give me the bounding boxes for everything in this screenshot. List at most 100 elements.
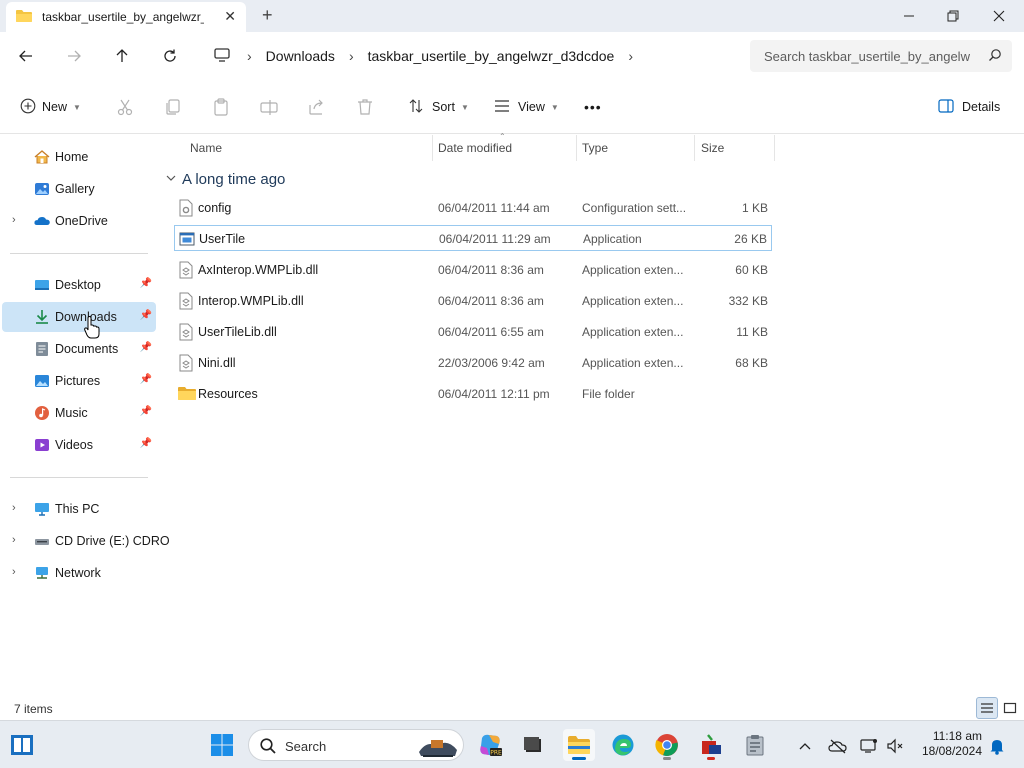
column-header-size[interactable]: Size bbox=[695, 135, 775, 161]
pin-icon[interactable]: 📌 bbox=[140, 438, 152, 449]
edge-browser-icon[interactable] bbox=[607, 729, 639, 761]
close-tab-icon[interactable]: ✕ bbox=[224, 8, 236, 25]
windows-start-icon[interactable] bbox=[206, 729, 238, 761]
minimize-button[interactable] bbox=[886, 0, 932, 32]
chevron-down-icon[interactable] bbox=[166, 173, 176, 185]
pin-icon[interactable]: 📌 bbox=[140, 310, 152, 321]
copilot-preview-icon[interactable]: PRE bbox=[474, 729, 506, 761]
group-header[interactable]: A long time ago bbox=[166, 168, 285, 190]
system-clock[interactable]: 11:18 am 18/08/2024 bbox=[912, 729, 982, 759]
sidebar-item-label: Music bbox=[55, 406, 88, 420]
more-options-button[interactable]: ••• bbox=[584, 95, 602, 119]
file-type: Application exten... bbox=[582, 325, 684, 339]
breadcrumb[interactable]: › Downloads › taskbar_usertile_by_angelw… bbox=[205, 40, 737, 72]
details-button[interactable]: Details bbox=[938, 95, 1000, 119]
sidebar-item-home[interactable]: Home bbox=[2, 142, 156, 172]
file-date-modified: 06/04/2011 11:44 am bbox=[438, 201, 550, 215]
breadcrumb-downloads[interactable]: Downloads bbox=[266, 48, 335, 64]
clipboard-app-icon[interactable] bbox=[739, 729, 771, 761]
sidebar-item-videos[interactable]: Videos 📌 bbox=[2, 430, 156, 460]
sidebar-item-documents[interactable]: Documents 📌 bbox=[2, 334, 156, 364]
view-button[interactable]: View ▼ bbox=[494, 95, 559, 119]
file-type: Application exten... bbox=[582, 263, 684, 277]
sort-button[interactable]: Sort ▼ bbox=[408, 95, 469, 119]
file-row[interactable]: UserTileLib.dll 06/04/2011 6:55 am Appli… bbox=[174, 319, 772, 345]
pin-icon[interactable]: 📌 bbox=[140, 342, 152, 353]
paste-icon[interactable] bbox=[211, 97, 231, 117]
breadcrumb-separator[interactable]: › bbox=[349, 48, 354, 64]
details-label: Details bbox=[962, 100, 1001, 114]
up-button[interactable] bbox=[108, 44, 136, 68]
chevron-right-icon[interactable]: › bbox=[12, 502, 16, 514]
sidebar-item-desktop[interactable]: Desktop 📌 bbox=[2, 270, 156, 300]
show-hidden-icons-chevron-icon[interactable] bbox=[794, 735, 816, 757]
config-file-icon bbox=[178, 199, 194, 217]
search-input[interactable]: Search taskbar_usertile_by_angelwzr_d3dc… bbox=[764, 49, 970, 64]
explorer-tab[interactable]: taskbar_usertile_by_angelwzr_d3dcdoe ✕ bbox=[6, 2, 246, 32]
share-icon[interactable] bbox=[307, 97, 327, 117]
item-count: 7 items bbox=[14, 702, 53, 716]
sidebar-item-this-pc[interactable]: › This PC bbox=[2, 494, 156, 524]
file-explorer-icon[interactable] bbox=[563, 729, 595, 761]
chevron-right-icon[interactable]: › bbox=[12, 534, 16, 546]
file-size: 332 KB bbox=[728, 294, 768, 308]
rename-icon[interactable] bbox=[259, 97, 279, 117]
column-header-type[interactable]: Type bbox=[577, 135, 695, 161]
sidebar-item-gallery[interactable]: Gallery bbox=[2, 174, 156, 204]
chrome-browser-icon[interactable] bbox=[651, 729, 683, 761]
volume-muted-icon[interactable] bbox=[884, 735, 906, 757]
breadcrumb-separator[interactable]: › bbox=[247, 48, 252, 64]
display-icon[interactable] bbox=[858, 735, 880, 757]
new-button[interactable]: New ▼ bbox=[20, 95, 81, 119]
refresh-button[interactable] bbox=[156, 44, 184, 68]
sidebar-item-cd-drive[interactable]: › CD Drive (E:) CDRO bbox=[2, 526, 170, 556]
chevron-right-icon[interactable]: › bbox=[12, 566, 16, 578]
file-row[interactable]: UserTile 06/04/2011 11:29 am Application… bbox=[174, 225, 772, 251]
restore-button[interactable] bbox=[930, 0, 976, 32]
pin-icon[interactable]: 📌 bbox=[140, 406, 152, 417]
file-row[interactable]: Resources 06/04/2011 12:11 pm File folde… bbox=[174, 381, 772, 407]
close-window-button[interactable] bbox=[976, 0, 1022, 32]
breadcrumb-current-folder[interactable]: taskbar_usertile_by_angelwzr_d3dcdoe bbox=[368, 48, 615, 64]
cut-icon[interactable] bbox=[115, 97, 135, 117]
search-box[interactable]: Search taskbar_usertile_by_angelwzr_d3dc… bbox=[750, 40, 1012, 72]
sidebar-item-network[interactable]: › Network bbox=[2, 558, 156, 588]
tiles-view-button[interactable] bbox=[999, 697, 1021, 719]
dll-file-icon bbox=[178, 323, 194, 341]
folder-icon bbox=[178, 385, 196, 403]
column-header-name[interactable]: Name bbox=[165, 135, 433, 161]
delete-icon[interactable] bbox=[355, 97, 375, 117]
sidebar-item-onedrive[interactable]: › OneDrive bbox=[2, 206, 156, 236]
file-row[interactable]: config 06/04/2011 11:44 am Configuration… bbox=[174, 195, 772, 221]
sidebar-item-downloads[interactable]: Downloads 📌 bbox=[2, 302, 156, 332]
app-installer-icon[interactable] bbox=[695, 729, 727, 761]
file-date-modified: 22/03/2006 9:42 am bbox=[438, 356, 545, 370]
copy-icon[interactable] bbox=[163, 97, 183, 117]
sidebar-divider bbox=[10, 477, 148, 478]
file-row[interactable]: Interop.WMPLib.dll 06/04/2011 8:36 am Ap… bbox=[174, 288, 772, 314]
file-row[interactable]: AxInterop.WMPLib.dll 06/04/2011 8:36 am … bbox=[174, 257, 772, 283]
pin-icon[interactable]: 📌 bbox=[140, 278, 152, 289]
forward-button[interactable] bbox=[60, 44, 88, 68]
chevron-right-icon[interactable]: › bbox=[12, 214, 16, 226]
pin-icon[interactable]: 📌 bbox=[140, 374, 152, 385]
new-tab-button[interactable]: + bbox=[262, 6, 273, 24]
sidebar-item-music[interactable]: Music 📌 bbox=[2, 398, 156, 428]
file-name: config bbox=[198, 201, 232, 215]
file-row[interactable]: Nini.dll 22/03/2006 9:42 am Application … bbox=[174, 350, 772, 376]
media-app-icon[interactable] bbox=[517, 729, 549, 761]
notification-bell-icon[interactable] bbox=[986, 735, 1008, 757]
task-view-icon[interactable] bbox=[6, 729, 38, 761]
breadcrumb-separator[interactable]: › bbox=[628, 48, 633, 64]
back-button[interactable] bbox=[12, 44, 40, 68]
details-view-button[interactable] bbox=[976, 697, 998, 719]
search-highlight-icon bbox=[413, 732, 461, 763]
taskbar-search[interactable]: Search bbox=[248, 729, 464, 761]
onedrive-offline-icon[interactable] bbox=[827, 735, 849, 757]
file-size: 60 KB bbox=[735, 263, 768, 277]
details-pane-icon bbox=[938, 98, 954, 116]
file-type: Application bbox=[583, 232, 642, 246]
this-pc-icon[interactable] bbox=[213, 47, 231, 66]
videos-icon bbox=[34, 437, 50, 453]
sidebar-item-pictures[interactable]: Pictures 📌 bbox=[2, 366, 156, 396]
